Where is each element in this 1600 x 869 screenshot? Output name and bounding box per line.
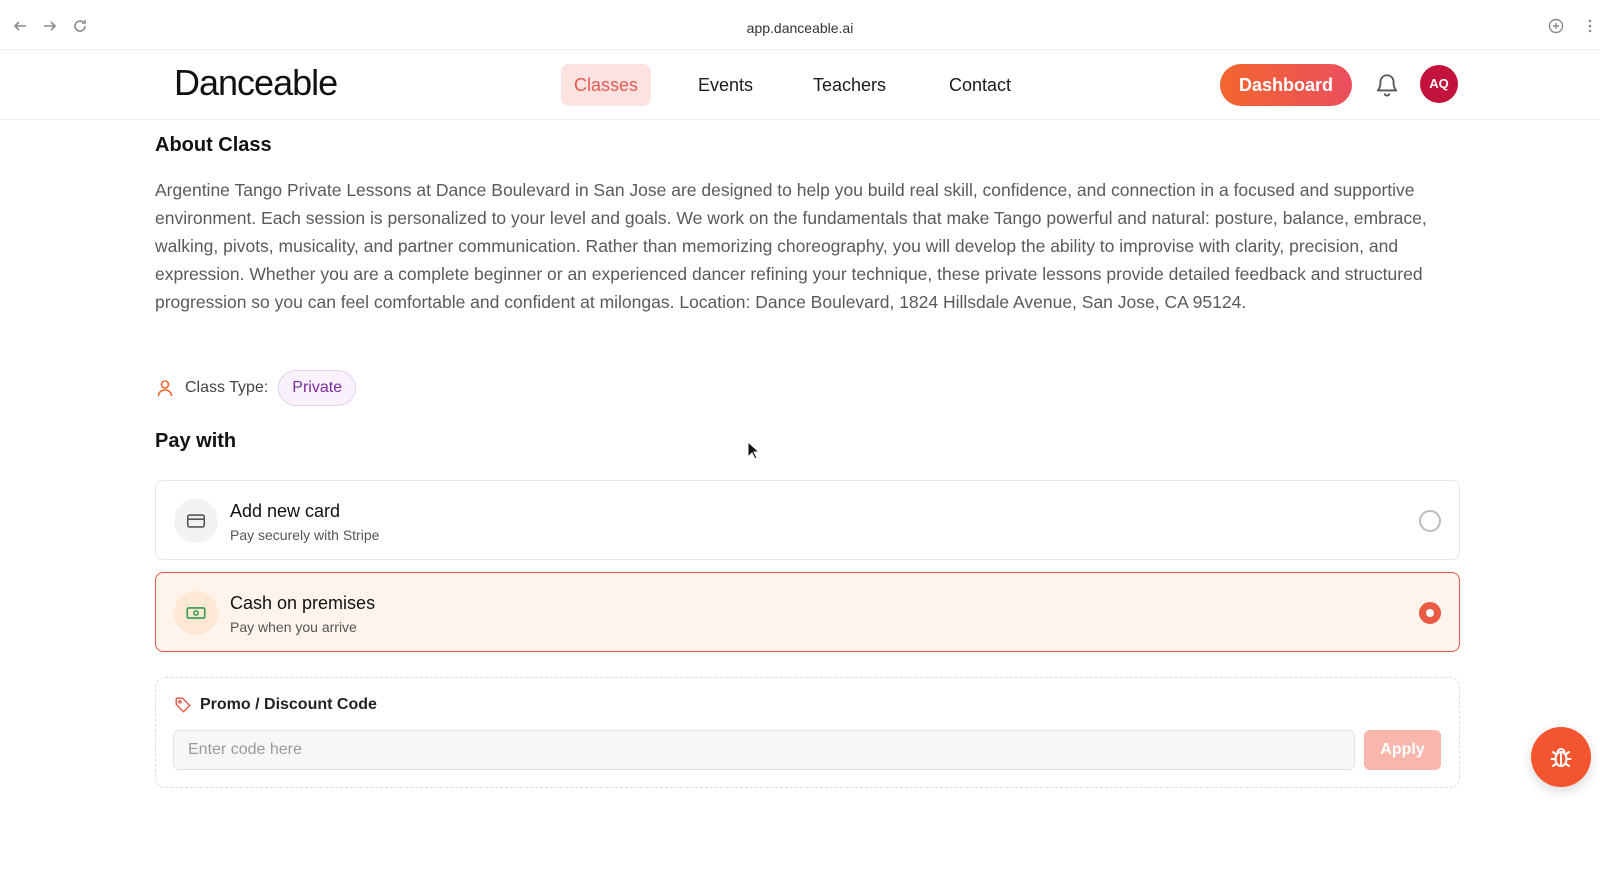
user-icon <box>155 378 175 398</box>
payment-option-cash[interactable]: Cash on premises Pay when you arrive <box>155 572 1460 652</box>
notification-bell-icon[interactable] <box>1374 72 1400 98</box>
promo-code-input[interactable] <box>173 730 1355 770</box>
class-type-badge: Private <box>278 370 357 406</box>
back-arrow-icon[interactable] <box>12 18 28 34</box>
promo-code-panel: Promo / Discount Code Apply <box>155 677 1460 788</box>
app-header: Danceable Classes Events Teachers Contac… <box>0 50 1600 120</box>
danceable-logo[interactable]: Danceable <box>174 62 338 104</box>
payment-option-title: Add new card <box>230 501 341 521</box>
payment-option-title: Cash on premises <box>230 593 376 613</box>
nav-classes[interactable]: Classes <box>561 64 652 106</box>
about-class-heading: About Class <box>155 134 272 156</box>
promo-title: Promo / Discount Code <box>200 696 377 713</box>
class-type-label: Class Type: <box>185 379 269 396</box>
payment-option-card[interactable]: Add new card Pay securely with Stripe <box>155 480 1460 560</box>
class-description: Argentine Tango Private Lessons at Dance… <box>155 180 1427 312</box>
nav-contact[interactable]: Contact <box>936 64 1024 106</box>
cash-radio-button[interactable] <box>1419 602 1441 624</box>
forward-arrow-icon[interactable] <box>42 18 58 34</box>
mouse-cursor-icon <box>747 441 761 461</box>
pay-with-heading: Pay with <box>155 430 237 452</box>
class-type-row: Class Type: Private <box>155 370 357 406</box>
dashboard-button[interactable]: Dashboard <box>1220 64 1352 106</box>
apply-button[interactable]: Apply <box>1364 730 1441 770</box>
bug-report-button[interactable] <box>1531 727 1591 787</box>
payment-option-subtitle: Pay when you arrive <box>230 619 357 635</box>
address-bar-url[interactable]: app.danceable.ai <box>747 20 854 36</box>
user-avatar[interactable]: AQ <box>1420 65 1458 103</box>
nav-events[interactable]: Events <box>685 64 766 106</box>
bug-icon <box>1547 743 1575 771</box>
card-radio-button[interactable] <box>1419 510 1441 532</box>
cash-icon <box>174 591 218 635</box>
tag-icon <box>174 696 192 714</box>
payment-option-subtitle: Pay securely with Stripe <box>230 527 380 543</box>
nav-teachers[interactable]: Teachers <box>800 64 899 106</box>
reload-icon[interactable] <box>72 18 88 34</box>
browser-toolbar: app.danceable.ai <box>0 0 1600 50</box>
credit-card-icon <box>174 499 218 543</box>
add-tab-icon[interactable] <box>1548 18 1564 34</box>
browser-menu-icon[interactable] <box>1586 18 1594 34</box>
